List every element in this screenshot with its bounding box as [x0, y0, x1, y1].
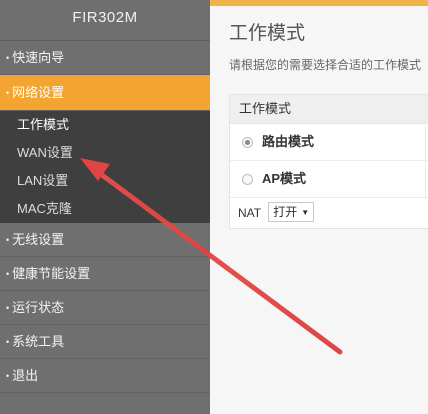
mode-label: 路由模式 — [262, 134, 315, 149]
bullet-icon: • — [6, 337, 10, 347]
nav-item-label: 健康节能设置 — [12, 266, 91, 281]
bullet-icon: • — [6, 303, 10, 313]
nav-item-system-tools[interactable]: • 系统工具 — [0, 325, 210, 359]
nav-item-label: 网络设置 — [12, 85, 65, 100]
submenu-item-mac-clone[interactable]: MAC克隆 — [0, 195, 210, 223]
nav-item-label: 系统工具 — [12, 334, 65, 349]
work-mode-panel: 工作模式 路由模式 AP模式 NAT 打开 ▼ — [229, 94, 428, 229]
nav-item-running-status[interactable]: • 运行状态 — [0, 291, 210, 325]
brand-title: FIR302M — [0, 0, 210, 41]
main-content: 工作模式 请根据您的需要选择合适的工作模式 工作模式 路由模式 AP模式 NAT… — [210, 0, 428, 414]
bullet-icon: • — [6, 371, 10, 381]
sidebar: FIR302M • 快速向导 • 网络设置 工作模式 WAN设置 LAN设置 MAC… — [0, 0, 210, 414]
submenu-item-wan-settings[interactable]: WAN设置 — [0, 139, 210, 167]
nav-item-label: 快速向导 — [12, 50, 65, 65]
bullet-icon: • — [6, 53, 10, 63]
nav-item-quick-setup[interactable]: • 快速向导 — [0, 41, 210, 75]
nav-item-wireless-settings[interactable]: • 无线设置 — [0, 223, 210, 257]
bullet-icon: • — [6, 235, 10, 245]
nav-item-label: 退出 — [12, 368, 39, 383]
caret-down-icon: ▼ — [301, 208, 310, 217]
nat-select[interactable]: 打开 ▼ — [268, 202, 315, 222]
nav-item-label: 运行状态 — [12, 300, 65, 315]
bullet-icon: • — [6, 269, 10, 279]
page-description: 请根据您的需要选择合适的工作模式 — [229, 58, 422, 72]
radio-checked-icon[interactable] — [242, 137, 253, 148]
bullet-icon: • — [6, 88, 10, 98]
mode-label: AP模式 — [262, 171, 307, 186]
network-submenu: 工作模式 WAN设置 LAN设置 MAC克隆 — [0, 111, 210, 223]
mode-option-ap[interactable]: AP模式 — [230, 161, 428, 198]
nav-item-label: 无线设置 — [12, 232, 65, 247]
nav-item-health-energy[interactable]: • 健康节能设置 — [0, 257, 210, 291]
mode-option-router[interactable]: 路由模式 — [230, 124, 428, 161]
nat-select-value: 打开 — [273, 205, 298, 219]
nat-label: NAT — [238, 206, 261, 220]
panel-header: 工作模式 — [230, 95, 428, 124]
nav-item-logout[interactable]: • 退出 — [0, 359, 210, 393]
submenu-item-work-mode[interactable]: 工作模式 — [0, 111, 210, 139]
header-strip — [210, 0, 428, 6]
nat-row: NAT 打开 ▼ — [230, 198, 428, 228]
column-divider — [425, 95, 426, 199]
page-title: 工作模式 — [229, 23, 306, 44]
radio-unchecked-icon[interactable] — [242, 174, 253, 185]
submenu-item-lan-settings[interactable]: LAN设置 — [0, 167, 210, 195]
nav-item-network-settings[interactable]: • 网络设置 — [0, 75, 210, 111]
